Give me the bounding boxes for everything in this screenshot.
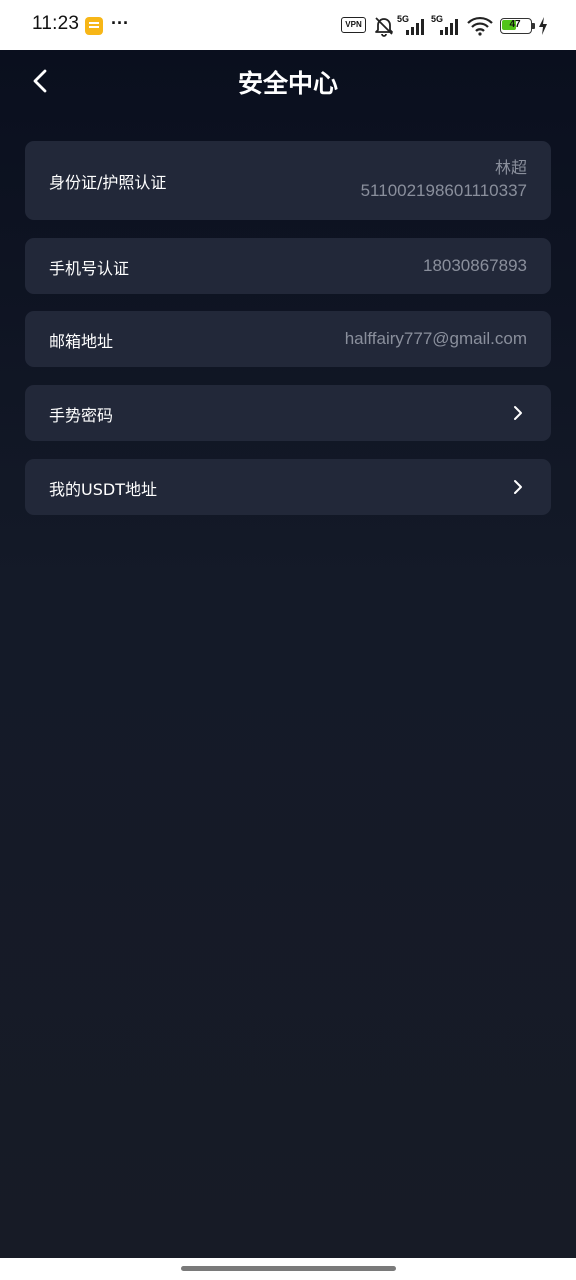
id-passport-verification-item[interactable]: 身份证/护照认证 林超 511002198601110337 [25, 141, 551, 220]
id-number: 511002198601110337 [360, 181, 527, 200]
home-indicator[interactable] [181, 1266, 396, 1271]
security-center-screen: 安全中心 身份证/护照认证 林超 511002198601110337 手机号认… [0, 50, 576, 1258]
bell-muted-icon [375, 17, 393, 37]
wifi-icon [467, 16, 493, 36]
gesture-password-item[interactable]: 手势密码 [25, 385, 551, 441]
phone-number: 18030867893 [422, 256, 527, 275]
navigation-bar [0, 1258, 576, 1280]
item-label: 身份证/护照认证 [49, 173, 167, 192]
item-label: 手机号认证 [49, 259, 130, 278]
note-app-icon [85, 17, 103, 35]
page-title: 安全中心 [237, 69, 338, 98]
phone-verification-item[interactable]: 手机号认证 18030867893 [25, 238, 551, 294]
item-label: 手势密码 [49, 406, 114, 425]
chevron-right-icon [514, 406, 522, 420]
battery-tip [532, 23, 535, 29]
signal-icon: 5G [397, 14, 429, 36]
more-dots-icon: ··· [111, 13, 129, 33]
signal-icon: 5G [431, 14, 463, 36]
header: 安全中心 [0, 50, 576, 112]
vpn-icon: VPN [341, 17, 366, 33]
usdt-address-item[interactable]: 我的USDT地址 [25, 459, 551, 515]
status-bar: 11:23 ··· VPN 5G 5G 47 [0, 0, 576, 50]
email-address: halffairy777@gmail.com [344, 329, 527, 348]
email-address-item[interactable]: 邮箱地址 halffairy777@gmail.com [25, 311, 551, 367]
item-label: 我的USDT地址 [49, 480, 157, 499]
chevron-right-icon [514, 480, 522, 494]
status-time: 11:23 [32, 13, 80, 34]
battery-level: 47 [509, 19, 521, 30]
charging-icon [539, 17, 547, 35]
battery-icon: 47 [500, 18, 532, 34]
item-label: 邮箱地址 [49, 332, 114, 351]
id-holder-name: 林超 [494, 158, 527, 177]
